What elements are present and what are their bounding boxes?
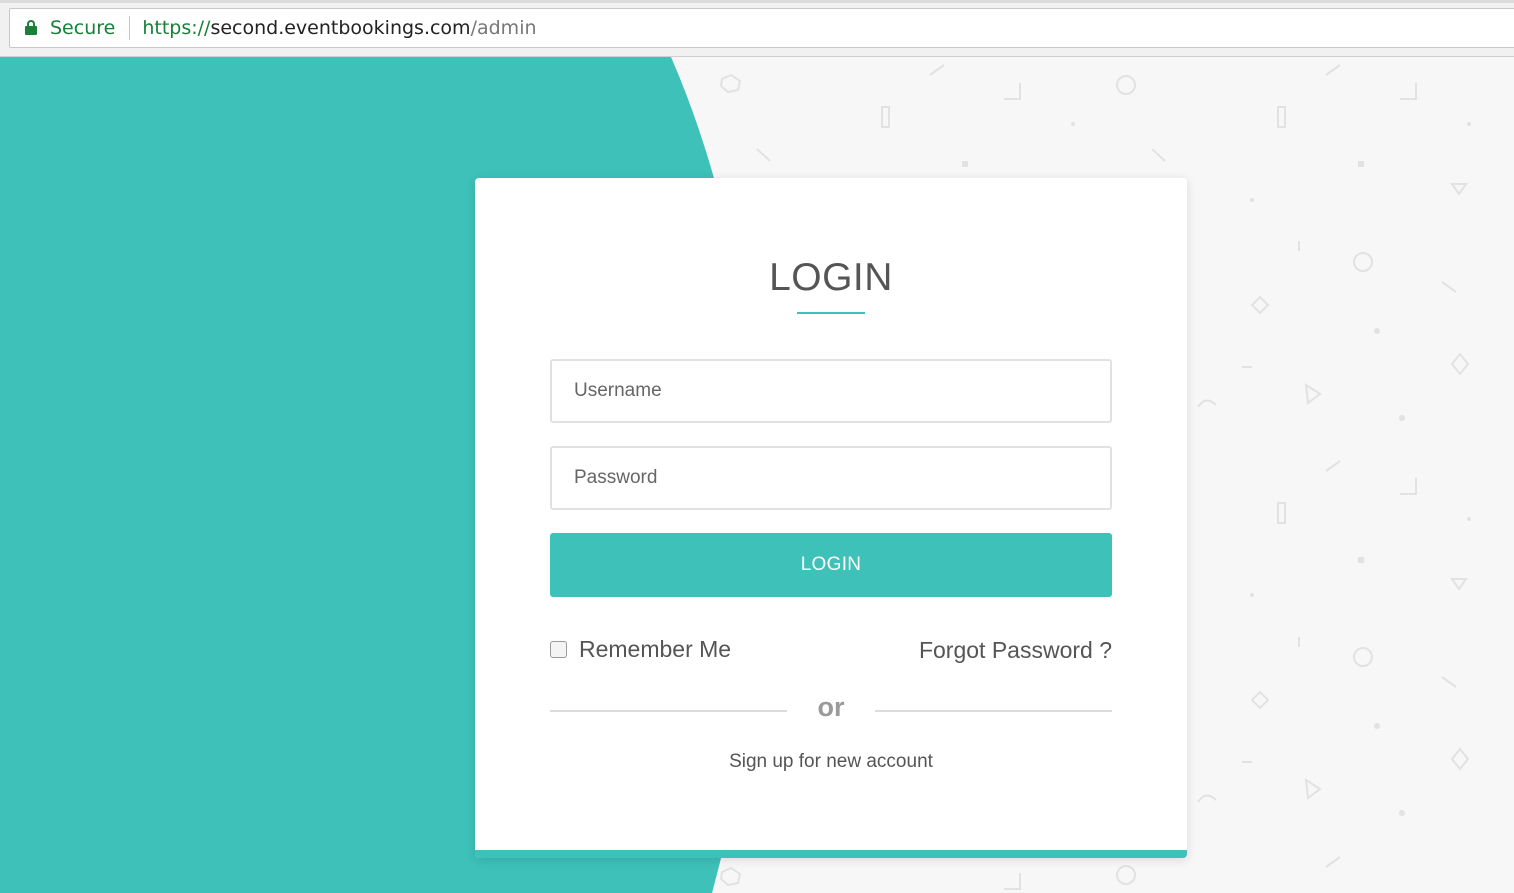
card-bottom-accent xyxy=(475,850,1187,858)
address-bar[interactable]: Secure https://second.eventbookings.com/… xyxy=(9,8,1514,48)
url-host: second.eventbookings.com xyxy=(210,17,471,39)
divider-left xyxy=(550,710,787,712)
url-path: /admin xyxy=(470,17,537,39)
title-underline xyxy=(797,312,865,314)
login-button[interactable]: LOGIN xyxy=(550,533,1112,597)
address-divider xyxy=(129,16,131,40)
remember-me-label[interactable]: Remember Me xyxy=(579,636,731,663)
password-input[interactable] xyxy=(550,446,1112,510)
remember-me-checkbox[interactable] xyxy=(550,641,567,658)
signup-link[interactable]: Sign up for new account xyxy=(475,751,1187,773)
forgot-password-link[interactable]: Forgot Password ? xyxy=(919,637,1112,664)
divider-or-text: or xyxy=(817,692,845,722)
login-card: LOGIN LOGIN Remember Me Forgot Password … xyxy=(475,178,1187,858)
login-page: LOGIN LOGIN Remember Me Forgot Password … xyxy=(0,57,1514,893)
login-title: LOGIN xyxy=(769,256,893,299)
browser-toolbar: Secure https://second.eventbookings.com/… xyxy=(0,0,1514,57)
username-input[interactable] xyxy=(550,359,1112,423)
tab-strip-edge xyxy=(0,0,1514,3)
url-text[interactable]: https://second.eventbookings.com/admin xyxy=(142,17,536,39)
remember-me-control[interactable]: Remember Me xyxy=(550,636,731,663)
lock-icon[interactable] xyxy=(24,20,38,36)
url-scheme: https:// xyxy=(142,17,211,39)
divider-right xyxy=(875,710,1112,712)
secure-label[interactable]: Secure xyxy=(50,17,115,39)
